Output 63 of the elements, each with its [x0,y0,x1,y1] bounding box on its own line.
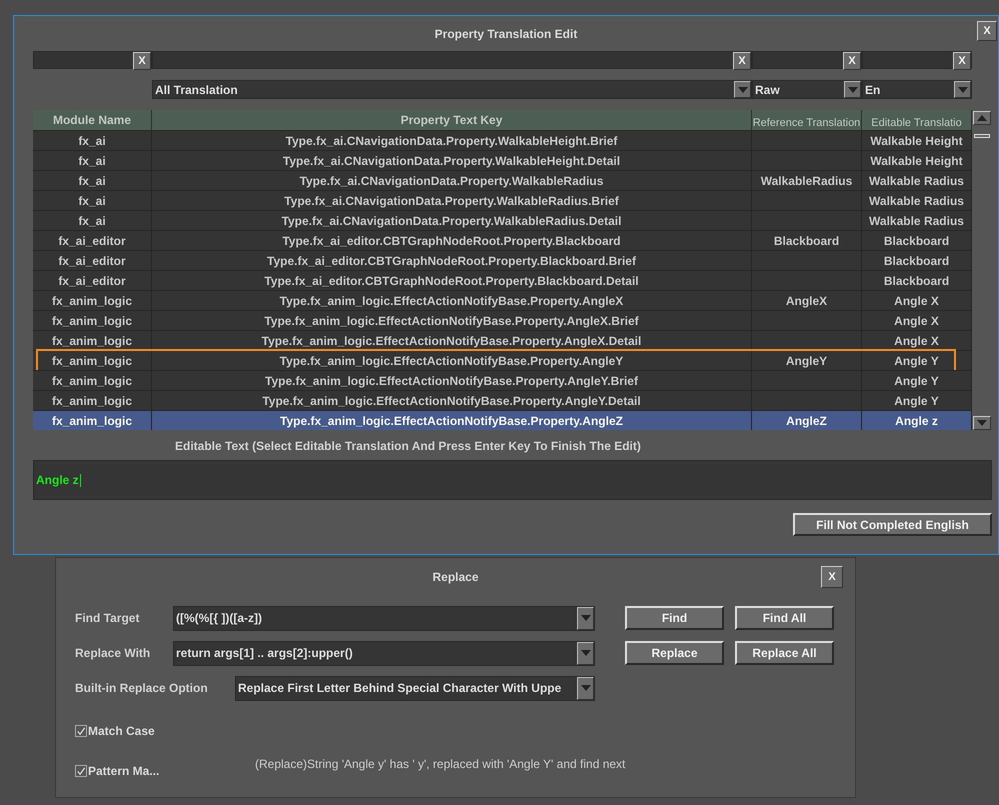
dropdown[interactable]: En [862,80,972,99]
scrollbar[interactable] [972,110,992,430]
clear-button[interactable]: X [953,52,971,70]
dropdown-arrow-button[interactable] [577,676,594,700]
action-button[interactable]: Replace All [735,641,834,665]
table-row[interactable]: fx_anim_logic Type.fx_anim_logic.EffectActionNotifyBase.Property.AngleX AngleX Angle X [33,290,972,310]
field-label: Built-in Replace Option [75,681,209,695]
scroll-thumb[interactable] [974,134,990,138]
dropdown-arrow-button[interactable] [734,81,751,98]
clear-button[interactable]: X [843,52,861,70]
table-cell: fx_anim_logic [33,411,152,430]
dialog-title: Replace [432,570,479,584]
dropdown[interactable]: All Translation [152,80,752,99]
dropdown-arrow-button[interactable] [844,81,861,98]
fill-english-button[interactable]: Fill Not Completed English [793,513,992,536]
filter-field[interactable]: X [862,51,972,69]
table-cell: Type.fx_anim_logic.EffectActionNotifyBase.Property.AngleX.Detail [152,331,752,350]
table-row[interactable]: fx_ai Type.fx_ai.CNavigationData.Property.WalkableHeight.Brief Walkable Height [33,130,972,150]
action-button[interactable]: Find All [735,606,834,630]
dropdown[interactable]: Raw [752,80,862,99]
table-cell: AngleZ [752,411,862,430]
filter-field[interactable]: X [752,51,862,69]
action-button[interactable]: Replace [625,641,724,665]
field-label: Replace With [75,646,152,660]
filter-field[interactable]: X [33,51,152,69]
table-row[interactable]: fx_anim_logic Type.fx_anim_logic.EffectActionNotifyBase.Property.AngleX.Brief Angle X [33,310,972,330]
checkbox-icon[interactable] [75,725,87,737]
status-message: (Replace)String 'Angle y' has ' y', replaced with 'Angle Y' and find next [255,757,626,771]
table-row[interactable]: fx_ai Type.fx_ai.CNavigationData.Property.WalkableRadius WalkableRadius Walkable Radius [33,170,972,190]
table-row[interactable]: fx_ai Type.fx_ai.CNavigationData.Property.WalkableRadius.Brief Walkable Radius [33,190,972,210]
checkbox-icon[interactable] [75,765,87,777]
table-row[interactable]: fx_ai_editor Type.fx_ai_editor.CBTGraphNodeRoot.Property.Blackboard.Detail Blackboard [33,270,972,290]
editable-text-label: Editable Text (Select Editable Translation And Press Enter Key To Finish The Edit) [175,439,642,455]
action-button[interactable]: Find [625,606,724,630]
table-cell: Type.fx_anim_logic.EffectActionNotifyBase.Property.AngleZ [152,411,752,430]
combo-box[interactable]: ([%(%[{ ])([a-z]) [173,606,595,630]
dropdown-arrow-button[interactable] [954,81,971,98]
table-row[interactable]: fx_anim_logic Type.fx_anim_logic.EffectActionNotifyBase.Property.AngleX.Detail Angle X [33,330,972,350]
filter-field[interactable]: X [152,51,752,69]
table-row[interactable]: fx_ai Type.fx_ai.CNavigationData.Property.WalkableHeight.Detail Walkable Height [33,150,972,170]
table-row[interactable]: fx_anim_logic Type.fx_anim_logic.EffectActionNotifyBase.Property.AngleZ AngleZ Angle z [33,410,972,430]
scroll-up-icon[interactable] [973,111,991,125]
editable-text-field[interactable]: Angle z [33,460,992,500]
table-cell: Angle z [862,411,972,430]
clear-button[interactable]: X [733,52,751,70]
field-label: Find Target [75,611,140,625]
table-row[interactable]: fx_anim_logic Type.fx_anim_logic.EffectActionNotifyBase.Property.AngleY.Detail Angle Y [33,390,972,410]
clear-button[interactable]: X [133,52,151,70]
dropdown-arrow-button[interactable] [577,642,594,664]
table-row[interactable]: fx_anim_logic Type.fx_anim_logic.EffectActionNotifyBase.Property.AngleY AngleY Angle Y [33,350,972,370]
close-button[interactable]: X [821,566,843,588]
close-button[interactable]: X [977,21,997,41]
dialog-title: Property Translation Edit [434,26,578,40]
checkbox[interactable]: Match Case [75,724,255,738]
table-row[interactable]: fx_anim_logic Type.fx_anim_logic.EffectActionNotifyBase.Property.AngleY.Brief Angle Y [33,370,972,390]
combo-box[interactable]: return args[1] .. args[2]:upper() [173,640,595,666]
combo-box[interactable]: Replace First Letter Behind Special Character With Uppe [235,676,595,700]
scroll-down-icon[interactable] [973,416,991,430]
table-row[interactable]: fx_ai_editor Type.fx_ai_editor.CBTGraphNodeRoot.Property.Blackboard.Brief Blackboard [33,250,972,270]
table-row[interactable]: fx_ai_editor Type.fx_ai_editor.CBTGraphNodeRoot.Property.Blackboard Blackboard Blackboard [33,230,972,250]
table-row[interactable]: fx_ai Type.fx_ai.CNavigationData.Property.WalkableRadius.Detail Walkable Radius [33,210,972,230]
checkbox[interactable]: Pattern Ma... [75,764,255,778]
dropdown-arrow-button[interactable] [577,606,594,630]
